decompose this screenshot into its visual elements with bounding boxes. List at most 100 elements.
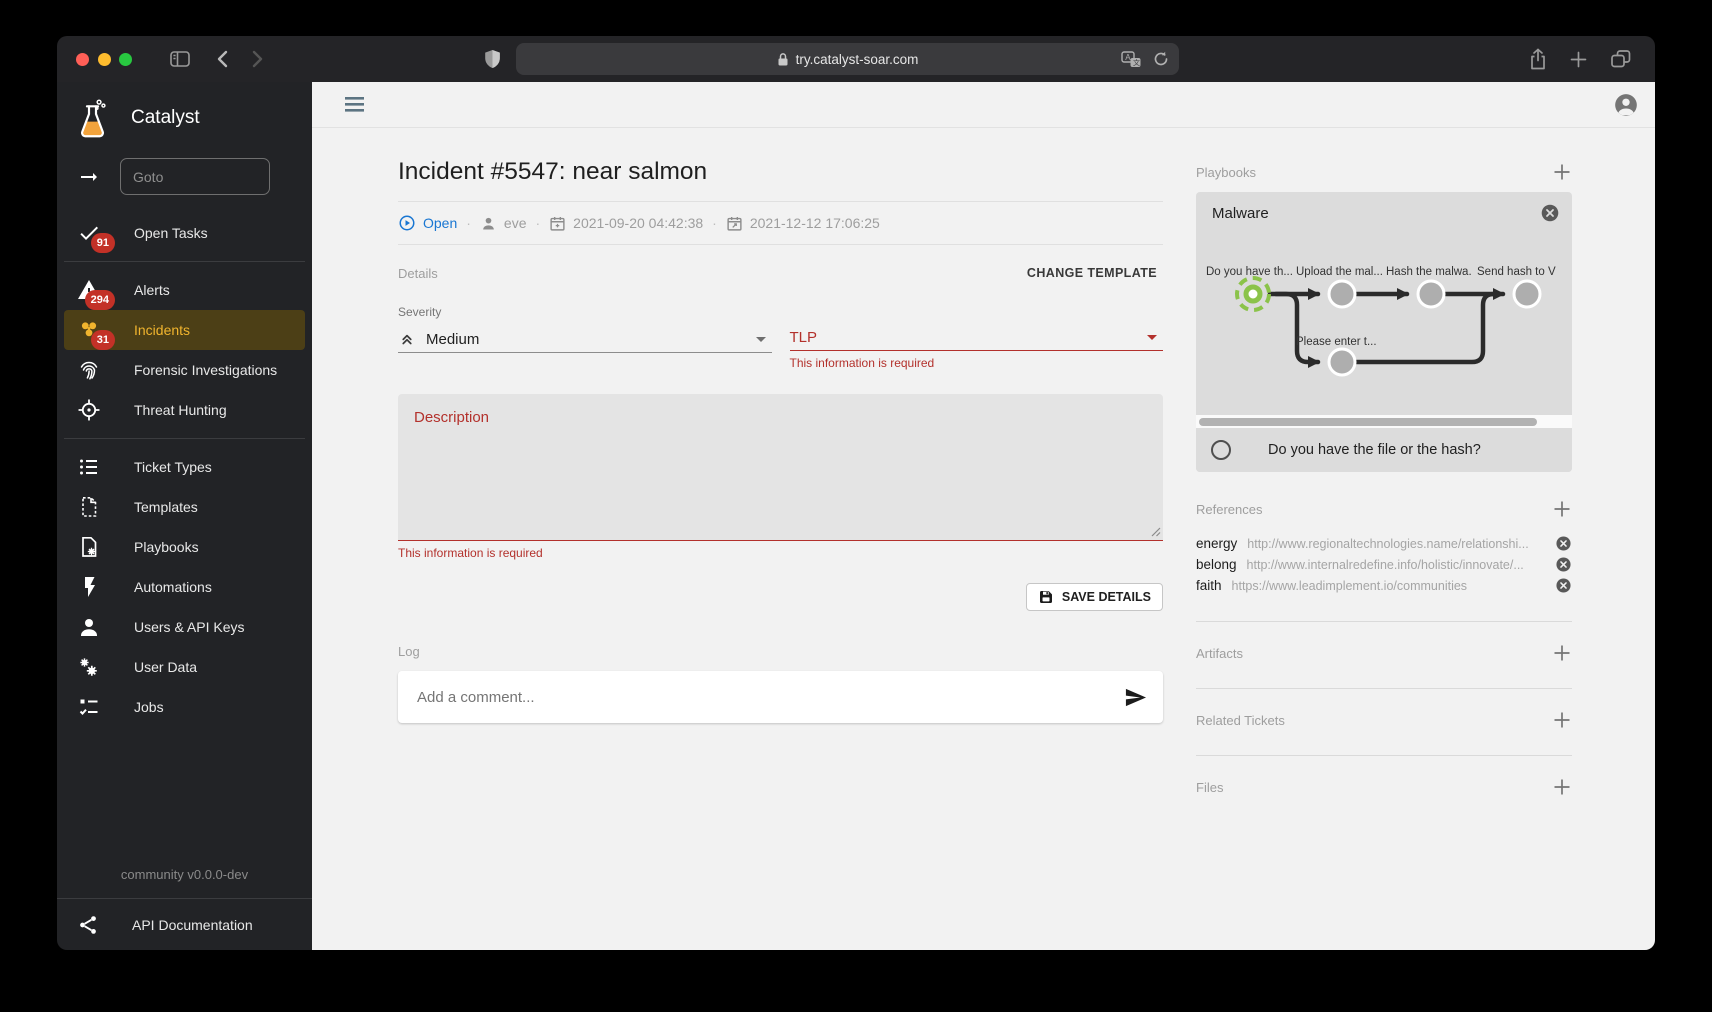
remove-reference-button[interactable] bbox=[1555, 535, 1572, 552]
sidebar-item-alerts[interactable]: 294 Alerts bbox=[64, 270, 305, 310]
svg-text:文: 文 bbox=[1133, 58, 1140, 67]
privacy-shield-icon[interactable] bbox=[484, 49, 501, 69]
status-badge[interactable]: Open bbox=[398, 214, 457, 232]
workflow-canvas[interactable]: Do you have th... Upload the mal... Hash… bbox=[1196, 223, 1572, 415]
close-icon bbox=[1555, 535, 1572, 552]
severity-medium-icon bbox=[398, 330, 416, 348]
add-artifact-button[interactable] bbox=[1552, 643, 1572, 663]
list-icon bbox=[77, 455, 101, 479]
reference-link[interactable]: https://www.leadimplement.io/communities bbox=[1232, 579, 1555, 593]
sidebar-item-threat-hunting[interactable]: Threat Hunting bbox=[64, 390, 305, 430]
new-tab-icon[interactable] bbox=[1570, 51, 1587, 68]
minimize-window-button[interactable] bbox=[98, 53, 111, 66]
artifacts-section-label: Artifacts bbox=[1196, 646, 1243, 661]
details-section-label: Details bbox=[398, 266, 438, 281]
playbook-task-row[interactable]: Do you have the file or the hash? bbox=[1196, 428, 1572, 472]
workflow-node-label: Do you have th... bbox=[1206, 266, 1293, 278]
back-button[interactable] bbox=[216, 50, 228, 68]
sidebar-item-playbooks[interactable]: Playbooks bbox=[64, 527, 305, 567]
sidebar-item-user-data[interactable]: User Data bbox=[64, 647, 305, 687]
share-icon[interactable] bbox=[1529, 48, 1547, 70]
close-window-button[interactable] bbox=[76, 53, 89, 66]
description-label: Description bbox=[414, 409, 489, 426]
reload-icon[interactable] bbox=[1153, 51, 1169, 67]
comment-card bbox=[398, 671, 1163, 723]
sidebar-item-ticket-types[interactable]: Ticket Types bbox=[64, 447, 305, 487]
workflow-node-enter[interactable] bbox=[1329, 349, 1355, 375]
bolt-icon bbox=[77, 575, 101, 599]
owner: eve bbox=[480, 215, 527, 232]
modified-timestamp: 2021-12-12 17:06:25 bbox=[726, 215, 880, 232]
divider bbox=[64, 261, 305, 262]
divider bbox=[64, 438, 305, 439]
add-playbook-button[interactable] bbox=[1552, 162, 1572, 182]
workflow-start-node[interactable] bbox=[1237, 278, 1269, 310]
reference-link[interactable]: http://www.regionaltechnologies.name/rel… bbox=[1247, 537, 1555, 551]
reference-name: energy bbox=[1196, 536, 1237, 551]
sidebar-item-users-api-keys[interactable]: Users & API Keys bbox=[64, 607, 305, 647]
sidebar-item-api-documentation[interactable]: API Documentation bbox=[57, 898, 312, 950]
add-reference-button[interactable] bbox=[1552, 499, 1572, 519]
sidebar-item-jobs[interactable]: Jobs bbox=[64, 687, 305, 727]
url-bar[interactable]: try.catalyst-soar.com A文 bbox=[516, 43, 1179, 75]
close-icon bbox=[1555, 556, 1572, 573]
sidebar-item-automations[interactable]: Automations bbox=[64, 567, 305, 607]
sidebar: Catalyst 91 Open Tasks 294 Alerts bbox=[57, 82, 312, 950]
scrollbar-thumb[interactable] bbox=[1199, 418, 1537, 426]
sidebar-item-open-tasks[interactable]: 91 Open Tasks bbox=[64, 213, 305, 253]
plus-icon bbox=[1552, 162, 1572, 182]
send-icon[interactable] bbox=[1124, 686, 1147, 709]
save-details-button[interactable]: SAVE DETAILS bbox=[1026, 583, 1163, 611]
account-icon[interactable] bbox=[1613, 92, 1639, 118]
tab-overview-icon[interactable] bbox=[1610, 49, 1631, 69]
person-icon bbox=[480, 215, 497, 232]
file-gear-icon bbox=[77, 535, 101, 559]
page-title: Incident #5547: near salmon bbox=[398, 158, 1163, 202]
zoom-window-button[interactable] bbox=[119, 53, 132, 66]
workflow-node-hash[interactable] bbox=[1418, 281, 1444, 307]
remove-playbook-button[interactable] bbox=[1540, 203, 1560, 223]
comment-input[interactable] bbox=[415, 688, 1124, 707]
description-textarea[interactable]: Description bbox=[398, 394, 1163, 541]
horizontal-scrollbar[interactable] bbox=[1196, 415, 1572, 428]
menu-icon[interactable] bbox=[345, 97, 367, 113]
add-file-button[interactable] bbox=[1552, 777, 1572, 797]
reference-link[interactable]: http://www.internalredefine.info/holisti… bbox=[1247, 558, 1555, 572]
playbook-card: Malware bbox=[1196, 192, 1572, 472]
calendar-created-icon bbox=[549, 215, 566, 232]
goto-arrow-icon bbox=[77, 165, 101, 189]
sidebar-item-templates[interactable]: Templates bbox=[64, 487, 305, 527]
catalyst-logo-icon bbox=[75, 98, 110, 138]
tlp-error: This information is required bbox=[790, 356, 1164, 370]
version-text: community v0.0.0-dev bbox=[57, 852, 312, 898]
svg-text:A: A bbox=[1125, 53, 1131, 62]
remove-reference-button[interactable] bbox=[1555, 556, 1572, 573]
close-icon bbox=[1555, 577, 1572, 594]
goto-input[interactable] bbox=[120, 158, 270, 195]
resize-handle[interactable] bbox=[1151, 527, 1161, 537]
workflow-node-label: Send hash to V bbox=[1477, 266, 1556, 278]
workflow-node-send[interactable] bbox=[1514, 281, 1540, 307]
sidebar-item-forensic-investigations[interactable]: Forensic Investigations bbox=[64, 350, 305, 390]
created-timestamp: 2021-09-20 04:42:38 bbox=[549, 215, 703, 232]
person-icon bbox=[77, 615, 101, 639]
tlp-field[interactable]: TLP This information is required bbox=[790, 305, 1164, 370]
plus-icon bbox=[1552, 710, 1572, 730]
severity-field[interactable]: Severity Medium bbox=[398, 305, 772, 370]
workflow-node-label: Hash the malwa. bbox=[1386, 266, 1472, 278]
task-radio[interactable] bbox=[1211, 440, 1231, 460]
alerts-badge: 294 bbox=[85, 290, 115, 310]
forward-button[interactable] bbox=[252, 50, 264, 68]
remove-reference-button[interactable] bbox=[1555, 577, 1572, 594]
files-section-label: Files bbox=[1196, 780, 1223, 795]
sidebar-item-incidents[interactable]: 31 Incidents bbox=[64, 310, 305, 350]
related-tickets-section-label: Related Tickets bbox=[1196, 713, 1285, 728]
close-icon bbox=[1540, 203, 1560, 223]
add-related-ticket-button[interactable] bbox=[1552, 710, 1572, 730]
incidents-badge: 31 bbox=[91, 330, 115, 350]
incident-meta: Open · eve · 2021-09-20 04:42:38 · bbox=[398, 202, 1163, 245]
change-template-button[interactable]: CHANGE TEMPLATE bbox=[1021, 265, 1163, 281]
translate-icon[interactable]: A文 bbox=[1121, 51, 1141, 68]
sidebar-toggle-icon[interactable] bbox=[170, 51, 190, 67]
workflow-node-upload[interactable] bbox=[1329, 281, 1355, 307]
